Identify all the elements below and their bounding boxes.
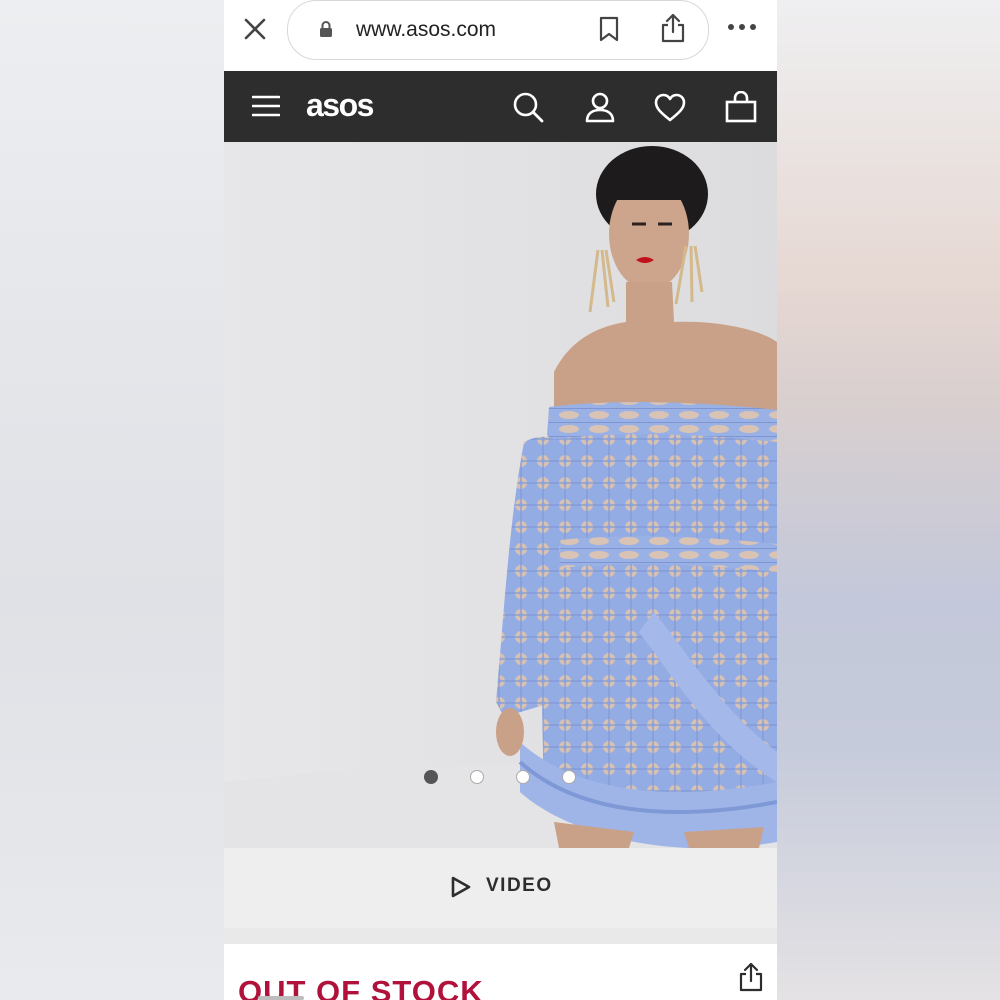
play-icon: [451, 876, 471, 898]
search-icon[interactable]: [512, 91, 544, 123]
asos-logo[interactable]: asos: [306, 87, 374, 124]
share-icon[interactable]: [660, 13, 686, 43]
blurred-background-left: [0, 0, 224, 1000]
product-image[interactable]: [224, 142, 777, 848]
carousel-dot[interactable]: [562, 770, 576, 784]
share-icon[interactable]: [738, 962, 764, 992]
phone-screen: www.asos.com asos VIDEO OUT OF STOCK: [224, 0, 777, 1000]
close-icon[interactable]: [242, 16, 268, 42]
home-indicator: [258, 996, 304, 1000]
video-button[interactable]: VIDEO: [224, 848, 777, 928]
blurred-background-right: [777, 0, 1000, 1000]
carousel-dots: [424, 770, 584, 786]
more-icon[interactable]: [727, 20, 757, 34]
site-header: asos: [224, 71, 777, 142]
account-icon[interactable]: [584, 91, 616, 123]
bookmark-icon[interactable]: [598, 16, 620, 42]
model-photo: [224, 146, 777, 848]
menu-icon[interactable]: [252, 95, 280, 117]
section-divider: [224, 928, 777, 944]
lock-icon: [320, 21, 332, 37]
wishlist-icon[interactable]: [654, 93, 686, 123]
product-info: OUT OF STOCK: [224, 944, 777, 1000]
carousel-dot[interactable]: [470, 770, 484, 784]
url-text: www.asos.com: [356, 18, 497, 41]
carousel-dot[interactable]: [424, 770, 438, 784]
browser-bar: www.asos.com: [224, 0, 777, 71]
video-label: VIDEO: [486, 875, 553, 896]
address-bar[interactable]: www.asos.com: [287, 0, 709, 60]
carousel-dot[interactable]: [516, 770, 530, 784]
bag-icon[interactable]: [724, 91, 758, 123]
